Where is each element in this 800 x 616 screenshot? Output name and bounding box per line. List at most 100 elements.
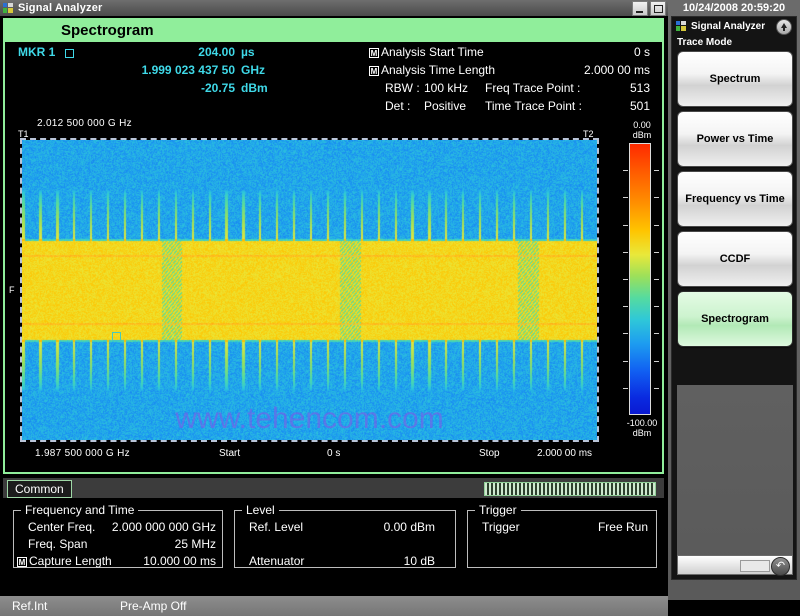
spectrogram-graph: 2.012 500 000 G Hz T1 T2 F www.tehencom.… xyxy=(5,118,662,472)
marker-shape-icon xyxy=(65,49,74,58)
window-buttons xyxy=(632,1,666,16)
start-value: 0 s xyxy=(327,448,341,459)
preamp-status: Pre-Amp Off xyxy=(120,599,187,613)
window-titlebar: Signal Analyzer xyxy=(0,0,668,16)
freq-span-label: Freq. Span xyxy=(28,537,88,551)
rbw-value: 100 kHz xyxy=(424,81,469,95)
trace-mode-button-spectrogram[interactable]: Spectrogram xyxy=(677,291,793,347)
clock: 10/24/2008 20:59:20 xyxy=(682,2,786,14)
attenuator-value: 10 dB xyxy=(403,554,435,568)
measurement-screen: Spectrogram MKR 1 204.00 µs 1.999 023 43… xyxy=(0,16,668,616)
marker-time-unit: µs xyxy=(241,45,255,59)
right-panel: 10/24/2008 20:59:20 Signal Analyzer Trac… xyxy=(668,0,800,600)
fieldset-legend: Frequency and Time xyxy=(21,503,139,517)
x-axis-row: 1.987 500 000 G Hz Start 0 s Stop 2.000 … xyxy=(5,448,662,466)
capture-length-value: 10.000 00 ms xyxy=(143,554,216,568)
det-value: Positive xyxy=(424,99,467,113)
panel-empty-area xyxy=(677,385,793,575)
colorbar-max-value: 0.00 xyxy=(633,120,651,130)
trigger-value: Free Run xyxy=(597,520,648,534)
button-label: Spectrogram xyxy=(701,313,769,325)
spectrogram-canvas[interactable] xyxy=(22,140,597,440)
minimize-icon[interactable] xyxy=(632,1,648,16)
capture-length-label: Capture Length xyxy=(29,554,112,568)
colorbar-min-unit: dBm xyxy=(632,428,652,438)
maximize-icon[interactable] xyxy=(650,1,666,16)
app-icon xyxy=(3,2,14,14)
screen-title-band: Spectrogram xyxy=(5,20,662,42)
tab-strip: Common xyxy=(3,478,664,498)
fieldset-frequency-and-time: Frequency and Time Center Freq. 2.000 00… xyxy=(13,503,223,568)
colorbar-max-unit: dBm xyxy=(632,130,652,140)
marker-level-value: -20.75 xyxy=(200,81,235,95)
analysis-time-length-row: M Analysis Time Length xyxy=(369,63,495,77)
spectrogram-plot-area[interactable]: www.tehencom.com xyxy=(22,140,597,440)
analysis-start-time-value: 0 s xyxy=(633,45,650,59)
analysis-start-time-row: M Analysis Start Time xyxy=(369,45,484,59)
trace-mode-button-list: Spectrum Power vs Time Frequency vs Time CC… xyxy=(677,51,793,351)
marker-time-value: 204.00 xyxy=(198,45,235,59)
t1-marker-label: T1 xyxy=(18,129,29,139)
fieldset-trigger: Trigger Trigger Free Run xyxy=(467,503,657,568)
ref-level-label: Ref. Level xyxy=(249,520,304,534)
trace-mode-button-ccdf[interactable]: CCDF xyxy=(677,231,793,287)
rbw-label: RBW : xyxy=(385,81,420,95)
freq-trace-point-value: 513 xyxy=(629,81,650,95)
button-label: CCDF xyxy=(719,253,751,265)
time-trace-point-label: Time Trace Point : xyxy=(485,99,582,113)
center-freq-value: 2.000 000 000 GHz xyxy=(111,520,216,534)
up-arrow-icon[interactable] xyxy=(776,19,792,35)
stop-value: 2.000 00 ms xyxy=(537,448,593,459)
bottom-bar-slot xyxy=(740,560,770,572)
memory-badge-icon: M xyxy=(17,556,27,567)
page-title: Spectrogram xyxy=(61,22,154,39)
colorbar xyxy=(629,143,651,415)
t2-marker-label: T2 xyxy=(583,129,594,139)
bottom-frequency-label: 1.987 500 000 G Hz xyxy=(35,448,130,459)
freq-trace-point-label: Freq Trace Point : xyxy=(485,81,581,95)
fieldset-legend: Level xyxy=(242,503,279,517)
marker-level-unit: dBm xyxy=(241,81,268,95)
freq-span-value: 25 MHz xyxy=(174,537,216,551)
button-label: Spectrum xyxy=(709,73,761,85)
colorbar-min-label: -100.00 dBm xyxy=(613,418,671,438)
memory-badge-icon: M xyxy=(369,47,379,58)
memory-badge-icon: M xyxy=(369,65,379,76)
colorbar-max-label: 0.00 dBm xyxy=(619,120,665,140)
trace-mode-button-power-vs-time[interactable]: Power vs Time xyxy=(677,111,793,167)
trace-mode-button-spectrum[interactable]: Spectrum xyxy=(677,51,793,107)
time-trace-point-value: 501 xyxy=(629,99,650,113)
trace-mode-label: Trace Mode xyxy=(677,37,733,48)
tab-common[interactable]: Common xyxy=(7,480,72,498)
marker-freq-value: 1.999 023 437 50 xyxy=(141,63,235,77)
colorbar-min-value: -100.00 xyxy=(626,418,658,428)
marker-freq-unit: GHz xyxy=(241,63,265,77)
trigger-label: Trigger xyxy=(482,520,520,534)
capture-length-row: M Capture Length xyxy=(17,554,112,568)
trace-mode-button-frequency-vs-time[interactable]: Frequency vs Time xyxy=(677,171,793,227)
return-icon[interactable]: ↶ xyxy=(771,557,790,576)
reference-status: Ref.Int xyxy=(12,599,48,613)
panel-bottom-bar: ↶ xyxy=(677,555,793,576)
graph-frame: Spectrogram MKR 1 204.00 µs 1.999 023 43… xyxy=(3,18,664,474)
stop-label: Stop xyxy=(479,448,500,459)
settings-panels: Frequency and Time Center Freq. 2.000 00… xyxy=(3,502,664,572)
fieldset-level: Level Ref. Level 0.00 dBm Attenuator 10 … xyxy=(234,503,456,568)
trace-mode-panel: Signal Analyzer Trace Mode Spectrum Power… xyxy=(671,16,797,580)
window-title: Signal Analyzer xyxy=(18,2,103,14)
top-frequency-label: 2.012 500 000 G Hz xyxy=(37,118,132,129)
readout-panel: MKR 1 204.00 µs 1.999 023 437 50 GHz -20… xyxy=(5,42,662,118)
status-bar: Ref.Int Pre-Amp Off xyxy=(0,596,668,616)
analysis-time-length-label: Analysis Time Length xyxy=(381,63,496,77)
ref-level-value: 0.00 dBm xyxy=(383,520,435,534)
marker-label: MKR 1 xyxy=(18,45,56,59)
plot-marker-icon[interactable] xyxy=(112,332,121,341)
app-icon xyxy=(676,20,687,32)
button-label: Power vs Time xyxy=(696,133,774,145)
horizontal-scrollbar[interactable] xyxy=(484,482,656,496)
panel-header: Signal Analyzer xyxy=(672,17,796,35)
panel-title: Signal Analyzer xyxy=(691,20,766,32)
signal-analyzer-window: Signal Analyzer Spectrogram MKR 1 204.00… xyxy=(0,0,800,616)
start-label: Start xyxy=(219,448,241,459)
center-freq-label: Center Freq. xyxy=(28,520,96,534)
